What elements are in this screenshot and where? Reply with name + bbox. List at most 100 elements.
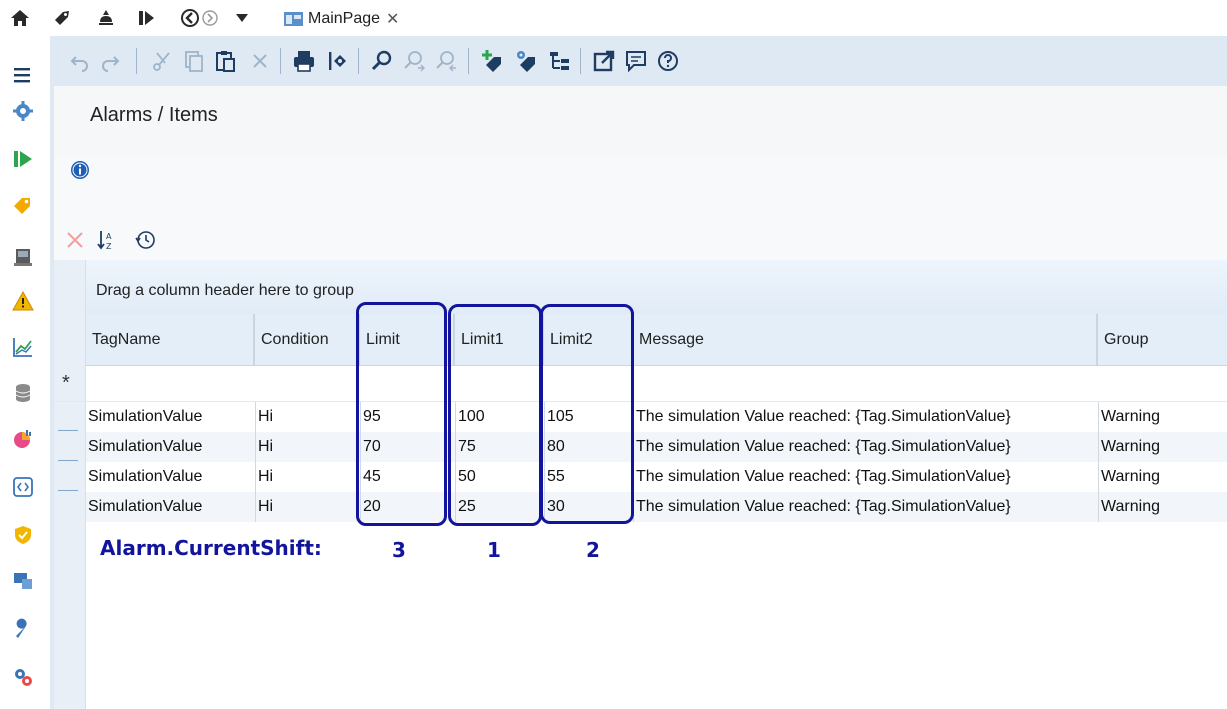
- settings-icon[interactable]: [12, 100, 34, 122]
- cell-tagname[interactable]: SimulationValue: [86, 432, 255, 462]
- reports-icon[interactable]: [12, 428, 34, 450]
- find-next-icon[interactable]: [402, 49, 426, 73]
- devices-icon[interactable]: [12, 246, 34, 268]
- toolbar-separator: [468, 48, 469, 74]
- cell-group[interactable]: Warning: [1098, 432, 1227, 462]
- table-row[interactable]: SimulationValue Hi 95 100 105 The simula…: [86, 402, 1227, 432]
- highlight-limit-column: [356, 302, 447, 526]
- undo-icon[interactable]: [68, 49, 92, 73]
- cell-tagname[interactable]: SimulationValue: [86, 492, 255, 522]
- cell-tagname[interactable]: SimulationValue: [86, 402, 255, 432]
- highlight-limit2-column: [540, 304, 634, 524]
- delete-icon[interactable]: [248, 49, 272, 73]
- print-icon[interactable]: [292, 49, 316, 73]
- cell-message[interactable]: The simulation Value reached: {Tag.Simul…: [633, 402, 1098, 432]
- find-previous-icon[interactable]: [434, 49, 458, 73]
- tab-mainpage[interactable]: MainPage ✕: [284, 7, 399, 31]
- row-indicator: [58, 460, 78, 461]
- tree-icon[interactable]: [548, 49, 572, 73]
- help-icon[interactable]: [656, 49, 680, 73]
- security-icon[interactable]: [12, 524, 34, 546]
- shift-number-limit: 3: [392, 538, 406, 562]
- info-row: [54, 156, 1227, 214]
- runtime-icon[interactable]: [12, 148, 34, 170]
- dropdown-arrow-icon[interactable]: [232, 8, 252, 28]
- group-panel[interactable]: Drag a column header here to group: [54, 260, 1227, 314]
- main-content: Alarms / Items AZ Drag a column header h…: [54, 86, 1227, 709]
- toolbar: [54, 36, 1227, 86]
- cell-condition[interactable]: Hi: [255, 462, 360, 492]
- historian-icon[interactable]: [12, 336, 34, 358]
- alarm-items-grid: Drag a column header here to group TagNa…: [54, 260, 1227, 709]
- solution-icon[interactable]: [12, 666, 34, 688]
- tags-icon[interactable]: [12, 194, 34, 216]
- toolbar-separator: [280, 48, 281, 74]
- row-indicator-column: [54, 260, 86, 709]
- cell-condition[interactable]: Hi: [255, 432, 360, 462]
- import-export-icon[interactable]: [326, 49, 350, 73]
- tab-label: MainPage: [308, 10, 381, 27]
- back-icon[interactable]: [180, 8, 200, 28]
- cell-message[interactable]: The simulation Value reached: {Tag.Simul…: [633, 462, 1098, 492]
- table-row[interactable]: SimulationValue Hi 70 75 80 The simulati…: [86, 432, 1227, 462]
- column-header-tagname[interactable]: TagName: [86, 314, 255, 366]
- table-row[interactable]: SimulationValue Hi 20 25 30 The simulati…: [86, 492, 1227, 522]
- history-icon[interactable]: [134, 229, 156, 251]
- new-row[interactable]: [54, 366, 1227, 402]
- toolbar-separator: [136, 48, 137, 74]
- home-icon[interactable]: [10, 8, 30, 28]
- cell-tagname[interactable]: SimulationValue: [86, 462, 255, 492]
- row-indicator: [58, 430, 78, 431]
- column-header-message[interactable]: Message: [633, 314, 1098, 366]
- column-header-condition[interactable]: Condition: [255, 314, 360, 366]
- svg-text:A: A: [106, 232, 112, 241]
- title-bar: MainPage ✕: [0, 0, 1227, 36]
- grid-actions-row: [54, 214, 1227, 260]
- add-tag-icon[interactable]: [480, 49, 504, 73]
- tools-icon[interactable]: [12, 618, 34, 640]
- scripts-icon[interactable]: [12, 476, 34, 498]
- cell-condition[interactable]: Hi: [255, 402, 360, 432]
- shift-number-limit2: 2: [586, 538, 600, 562]
- sidebar: [0, 36, 50, 709]
- datasets-icon[interactable]: [12, 382, 34, 404]
- cell-condition[interactable]: Hi: [255, 492, 360, 522]
- paste-icon[interactable]: [214, 49, 238, 73]
- cut-icon[interactable]: [150, 49, 174, 73]
- page-icon: [284, 12, 303, 26]
- info-icon[interactable]: [70, 160, 90, 180]
- find-icon[interactable]: [370, 49, 394, 73]
- cell-message[interactable]: The simulation Value reached: {Tag.Simul…: [633, 432, 1098, 462]
- column-header-group[interactable]: Group: [1098, 314, 1227, 366]
- close-tab-icon[interactable]: ✕: [386, 9, 399, 29]
- redo-icon[interactable]: [98, 49, 122, 73]
- highlight-limit1-column: [448, 304, 542, 526]
- cell-group[interactable]: Warning: [1098, 462, 1227, 492]
- cell-message[interactable]: The simulation Value reached: {Tag.Simul…: [633, 492, 1098, 522]
- new-row-marker: *: [62, 372, 70, 394]
- current-shift-label: Alarm.CurrentShift:: [100, 536, 322, 560]
- svg-text:Z: Z: [106, 242, 112, 251]
- table-row[interactable]: SimulationValue Hi 45 50 55 The simulati…: [86, 462, 1227, 492]
- toolbar-separator: [358, 48, 359, 74]
- copy-icon[interactable]: [182, 49, 206, 73]
- clear-icon[interactable]: [64, 229, 86, 251]
- tag-icon[interactable]: [52, 8, 72, 28]
- group-hint: Drag a column header here to group: [96, 282, 354, 299]
- sort-icon[interactable]: AZ: [96, 229, 118, 251]
- breadcrumb: Alarms / Items: [90, 104, 218, 126]
- breadcrumb-bar: Alarms / Items: [54, 86, 1227, 156]
- open-external-icon[interactable]: [592, 49, 616, 73]
- alarms-icon[interactable]: [12, 290, 34, 312]
- cell-group[interactable]: Warning: [1098, 402, 1227, 432]
- display-draw-icon[interactable]: [96, 8, 116, 28]
- cell-group[interactable]: Warning: [1098, 492, 1227, 522]
- toolbar-separator: [580, 48, 581, 74]
- tag-settings-icon[interactable]: [514, 49, 538, 73]
- displays-icon[interactable]: [12, 570, 34, 592]
- forward-icon[interactable]: [200, 8, 220, 28]
- shift-number-limit1: 1: [487, 538, 501, 562]
- menu-icon[interactable]: [12, 64, 34, 86]
- run-icon[interactable]: [136, 8, 156, 28]
- comment-icon[interactable]: [624, 49, 648, 73]
